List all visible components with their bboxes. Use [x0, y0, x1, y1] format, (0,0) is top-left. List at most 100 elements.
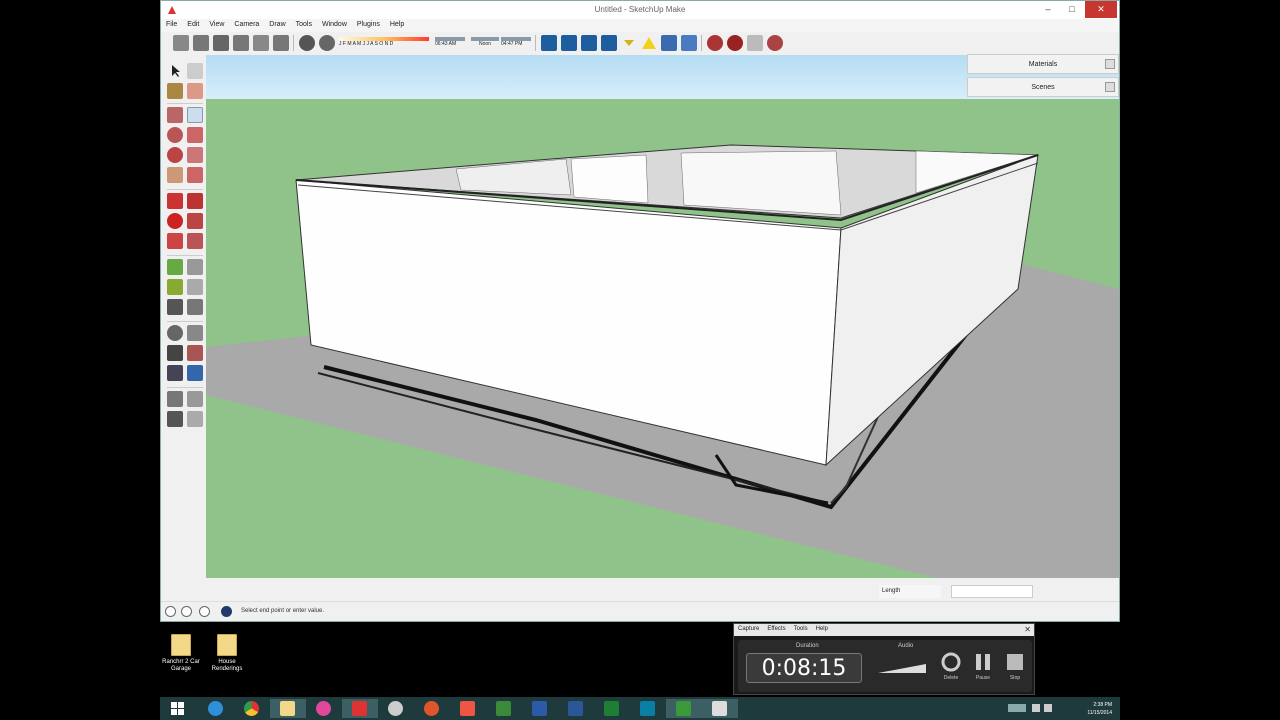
3d-text-icon[interactable]: [187, 299, 203, 315]
style-xray-icon[interactable]: [541, 35, 557, 51]
scenes-tray-toggle-icon[interactable]: [1105, 82, 1115, 92]
materials-tray[interactable]: Materials: [967, 54, 1119, 74]
menu-camera[interactable]: Camera: [229, 19, 264, 28]
menu-plugins[interactable]: Plugins: [352, 19, 385, 28]
minimize-button[interactable]: –: [1037, 1, 1059, 18]
line-pencil-icon[interactable]: [187, 107, 203, 123]
zoom-window-icon[interactable]: [187, 345, 203, 361]
menu-view[interactable]: View: [204, 19, 229, 28]
walk-icon[interactable]: [167, 411, 183, 427]
orbit-icon[interactable]: [173, 35, 189, 51]
taskbar-recorder[interactable]: [702, 699, 738, 718]
volume-icon[interactable]: [1044, 704, 1052, 712]
recorder-menu-tools[interactable]: Tools: [790, 624, 812, 632]
close-button[interactable]: ✕: [1085, 1, 1117, 18]
front-view-icon[interactable]: [233, 35, 249, 51]
shadow-settings-icon[interactable]: [319, 35, 335, 51]
circle-icon[interactable]: [167, 127, 183, 143]
polygon-icon[interactable]: [167, 147, 183, 163]
share-model-icon[interactable]: [727, 35, 743, 51]
shadows-toggle-icon[interactable]: [299, 35, 315, 51]
audio-level-meter[interactable]: [878, 662, 926, 674]
delete-button[interactable]: Delete: [940, 652, 962, 681]
zoom-extents-icon[interactable]: [167, 365, 183, 381]
geo-location-icon[interactable]: [165, 606, 176, 617]
warning-icon[interactable]: [641, 35, 657, 51]
taskbar-chrome[interactable]: [234, 699, 270, 718]
style-wireframe-icon[interactable]: [561, 35, 577, 51]
arc-icon[interactable]: [187, 147, 203, 163]
pie-icon[interactable]: [167, 167, 183, 183]
components-icon[interactable]: [661, 35, 677, 51]
taskbar-file-explorer[interactable]: [270, 699, 306, 718]
push-pull-icon[interactable]: [187, 193, 203, 209]
dimension-icon[interactable]: [187, 259, 203, 275]
pan-icon[interactable]: [187, 325, 203, 341]
taskbar-app-grey[interactable]: [378, 699, 414, 718]
start-button[interactable]: [160, 699, 196, 718]
scenes-tray[interactable]: Scenes: [967, 77, 1119, 97]
menu-edit[interactable]: Edit: [182, 19, 204, 28]
recorder-menu-effects[interactable]: Effects: [763, 624, 789, 632]
zoom-icon[interactable]: [167, 345, 183, 361]
maximize-button[interactable]: □: [1061, 1, 1083, 18]
pause-button[interactable]: Pause: [972, 652, 994, 681]
taskbar-itunes[interactable]: [306, 699, 342, 718]
model-viewport[interactable]: [206, 55, 1119, 578]
paint-bucket-icon[interactable]: [167, 83, 183, 99]
follow-me-icon[interactable]: [187, 213, 203, 229]
desktop-icon-garage[interactable]: Ranchrr 2 Car Garage: [158, 634, 204, 673]
clock-time[interactable]: 2:38 PM: [1093, 702, 1112, 708]
previous-view-icon[interactable]: [187, 365, 203, 381]
keyboard-icon[interactable]: [1008, 704, 1026, 712]
style-hidden-line-icon[interactable]: [581, 35, 597, 51]
top-view-icon[interactable]: [213, 35, 229, 51]
right-view-icon[interactable]: [253, 35, 269, 51]
back-view-icon[interactable]: [273, 35, 289, 51]
text-icon[interactable]: [187, 279, 203, 295]
get-models-icon[interactable]: [747, 35, 763, 51]
taskbar-app-multicolor[interactable]: [450, 699, 486, 718]
clock-date[interactable]: 11/15/2014: [1087, 710, 1112, 716]
recorder-menu-capture[interactable]: Capture: [734, 624, 763, 632]
iso-view-icon[interactable]: [193, 35, 209, 51]
menu-help[interactable]: Help: [385, 19, 409, 28]
extension-warehouse-icon[interactable]: [767, 35, 783, 51]
scale-icon[interactable]: [167, 233, 183, 249]
taskbar-app-orange[interactable]: [414, 699, 450, 718]
offset-icon[interactable]: [187, 233, 203, 249]
shadow-date-slider[interactable]: J F M A M J J A S O N D: [339, 37, 429, 49]
look-around-icon[interactable]: [187, 391, 203, 407]
rotate-icon[interactable]: [167, 213, 183, 229]
taskbar-sketchup[interactable]: [342, 699, 378, 718]
style-shaded-icon[interactable]: [601, 35, 617, 51]
network-icon[interactable]: [1032, 704, 1040, 712]
menu-draw[interactable]: Draw: [264, 19, 290, 28]
two-point-arc-icon[interactable]: [187, 167, 203, 183]
help-icon[interactable]: [221, 606, 232, 617]
protractor-icon[interactable]: [167, 279, 183, 295]
axes-icon[interactable]: [167, 299, 183, 315]
taskbar-internet-explorer[interactable]: [198, 699, 234, 718]
menu-window[interactable]: Window: [317, 19, 352, 28]
taskbar-app-blue[interactable]: [522, 699, 558, 718]
credits-icon[interactable]: [181, 606, 192, 617]
materials-tray-toggle-icon[interactable]: [1105, 59, 1115, 69]
tape-measure-icon[interactable]: [167, 259, 183, 275]
taskbar-camtasia[interactable]: [666, 699, 702, 718]
title-bar[interactable]: Untitled - SketchUp Make – □ ✕: [161, 1, 1119, 19]
position-camera-icon[interactable]: [167, 391, 183, 407]
menu-tools[interactable]: Tools: [291, 19, 317, 28]
layers-icon[interactable]: [681, 35, 697, 51]
rectangle-icon[interactable]: [167, 107, 183, 123]
move-icon[interactable]: [167, 193, 183, 209]
recorder-menu-help[interactable]: Help: [812, 624, 832, 632]
section-plane-tool-icon[interactable]: [187, 411, 203, 427]
recorder-close-button[interactable]: ✕: [1024, 625, 1031, 634]
taskbar-word[interactable]: [558, 699, 594, 718]
stop-button[interactable]: Stop: [1004, 652, 1026, 681]
measurements-input[interactable]: [951, 585, 1033, 598]
select-arrow-icon[interactable]: [167, 63, 183, 79]
instructor-icon[interactable]: [199, 606, 210, 617]
taskbar-app-green[interactable]: [486, 699, 522, 718]
